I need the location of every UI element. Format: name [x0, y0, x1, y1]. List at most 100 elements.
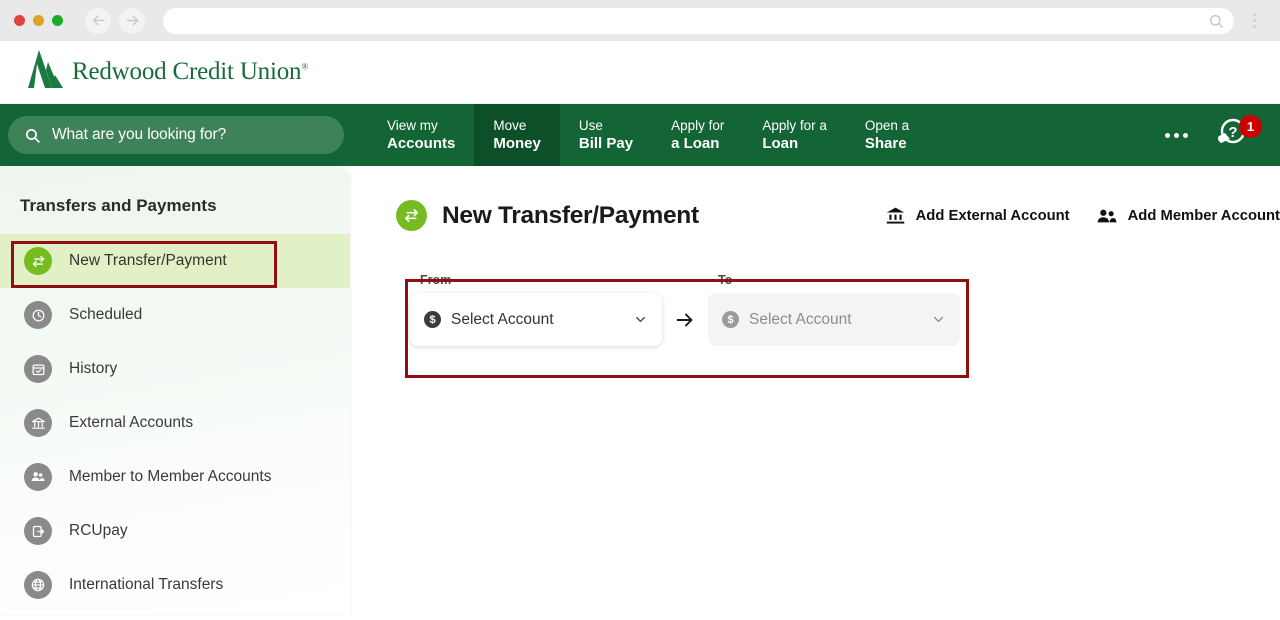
sidebar-item-label: New Transfer/Payment — [69, 252, 227, 269]
add-external-account-button[interactable]: Add External Account — [885, 205, 1070, 226]
nav-item-line1: View my — [387, 118, 438, 133]
sidebar-item-external-accounts[interactable]: External Accounts — [0, 396, 350, 450]
primary-navigation: What are you looking for? View my Accoun… — [0, 104, 1280, 166]
globe-icon — [24, 571, 52, 599]
transfer-direction — [662, 293, 708, 346]
browser-menu-button[interactable] — [1244, 13, 1264, 28]
site-header: Redwood Credit Union® — [0, 41, 1280, 104]
from-label: From — [420, 273, 452, 287]
to-account-select[interactable]: $ Select Account — [708, 293, 960, 346]
search-icon — [1210, 14, 1223, 28]
sidebar-item-scheduled[interactable]: Scheduled — [0, 288, 350, 342]
sidebar: Transfers and Payments New Transfer/Paym… — [0, 166, 350, 615]
nav-item-use-bill-pay[interactable]: Use Bill Pay — [560, 104, 652, 166]
address-bar[interactable] — [163, 7, 1234, 34]
sidebar-item-label: International Transfers — [69, 576, 224, 593]
calendar-check-icon — [24, 355, 52, 383]
arrow-left-icon — [92, 15, 104, 26]
nav-item-line2: Share — [864, 135, 907, 152]
dollar-coin-icon: $ — [722, 311, 739, 328]
sidebar-item-label: History — [69, 360, 118, 377]
nav-item-line2: Accounts — [387, 135, 456, 152]
add-external-account-label: Add External Account — [915, 207, 1070, 224]
people-icon — [24, 463, 52, 491]
nav-item-line2: Bill Pay — [578, 135, 634, 152]
nav-item-apply-for-a-loan-secondary[interactable]: Apply for a Loan — [743, 104, 846, 166]
from-account-select[interactable]: $ Select Account — [410, 293, 662, 346]
main-content: New Transfer/Payment Add External Accoun… — [350, 166, 1280, 615]
help-chat-button[interactable]: ? 1 — [1216, 115, 1262, 153]
from-field: From $ Select Account — [410, 273, 662, 346]
page-body: Transfers and Payments New Transfer/Paym… — [0, 166, 1280, 615]
search-area: What are you looking for? — [0, 104, 344, 166]
ellipsis-dot — [1165, 132, 1170, 138]
brand-name-text: Redwood Credit Union — [72, 58, 302, 85]
nav-right-actions: ? 1 — [1151, 104, 1280, 166]
sidebar-item-rcupay[interactable]: RCUpay — [0, 504, 350, 558]
sidebar-item-member-to-member-accounts[interactable]: Member to Member Accounts — [0, 450, 350, 504]
bank-icon — [886, 207, 904, 224]
close-window-button[interactable] — [14, 15, 25, 26]
transfer-arrows-icon — [24, 247, 52, 275]
nav-item-line2: Money — [493, 135, 541, 152]
nav-item-line1: Apply for — [671, 118, 725, 133]
browser-chrome — [0, 0, 1280, 41]
nav-item-move-money[interactable]: Move Money — [474, 104, 560, 166]
bank-icon — [24, 409, 52, 437]
sidebar-item-label: External Accounts — [69, 414, 194, 431]
sidebar-item-history[interactable]: History — [0, 342, 350, 396]
sidebar-item-label: RCUpay — [69, 522, 128, 539]
page-title: New Transfer/Payment — [442, 201, 699, 229]
arrow-right-icon — [126, 15, 138, 26]
sidebar-item-new-transfer-payment[interactable]: New Transfer/Payment — [0, 234, 350, 288]
add-member-account-label: Add Member Account — [1127, 207, 1280, 224]
sidebar-item-label: Scheduled — [69, 306, 143, 323]
payment-card-icon — [24, 517, 52, 545]
brand-name: Redwood Credit Union® — [72, 58, 308, 86]
back-button[interactable] — [85, 7, 111, 34]
header-actions: Add External Account Add Member Account — [885, 205, 1280, 227]
svg-text:?: ? — [1228, 124, 1237, 141]
maximize-window-button[interactable] — [52, 15, 63, 26]
sidebar-item-international-transfers[interactable]: International Transfers — [0, 558, 350, 612]
people-icon — [1097, 209, 1116, 222]
chevron-down-icon — [934, 316, 943, 323]
dollar-coin-icon: $ — [424, 311, 441, 328]
browser-navigation — [85, 7, 145, 34]
more-menu-button[interactable] — [1151, 123, 1202, 148]
nav-item-line1: Apply for a — [762, 118, 827, 133]
nav-item-view-my-accounts[interactable]: View my Accounts — [368, 104, 474, 166]
forward-button[interactable] — [119, 7, 145, 34]
main-header: New Transfer/Payment Add External Accoun… — [396, 200, 1280, 231]
nav-item-apply-for-a-loan[interactable]: Apply for a Loan — [652, 104, 743, 166]
to-label: To — [718, 273, 733, 287]
search-placeholder-text: What are you looking for? — [52, 126, 227, 143]
nav-item-line1: Move — [493, 118, 527, 133]
nav-item-line1: Open a — [864, 118, 910, 133]
brand-trademark: ® — [301, 61, 308, 72]
ellipsis-dot — [1174, 132, 1179, 138]
window-traffic-lights — [14, 15, 63, 26]
sidebar-title: Transfers and Payments — [20, 196, 217, 215]
kebab-dot — [1252, 25, 1256, 28]
minimize-window-button[interactable] — [33, 15, 44, 26]
chevron-down-icon — [636, 316, 645, 323]
to-account-value: Select Account — [749, 310, 852, 328]
nav-item-line1: Use — [578, 118, 603, 133]
redwood-trees-logo-icon — [26, 48, 63, 97]
sidebar-item-label: Member to Member Accounts — [69, 468, 272, 485]
search-input[interactable]: What are you looking for? — [8, 116, 344, 154]
nav-item-line2: Loan — [762, 135, 799, 152]
nav-items: View my Accounts Move Money Use Bill Pay… — [368, 104, 928, 166]
kebab-dot — [1252, 13, 1256, 16]
nav-item-line2: a Loan — [671, 135, 720, 152]
search-icon — [25, 128, 40, 143]
ellipsis-dot — [1183, 132, 1188, 138]
to-field: To $ Select Account — [708, 273, 960, 346]
help-badge-count: 1 — [1239, 115, 1262, 138]
clock-icon — [24, 301, 52, 329]
nav-item-open-a-share[interactable]: Open a Share — [846, 104, 928, 166]
transfer-arrows-icon — [396, 200, 427, 231]
arrow-right-icon — [676, 313, 693, 326]
add-member-account-button[interactable]: Add Member Account — [1096, 205, 1280, 227]
